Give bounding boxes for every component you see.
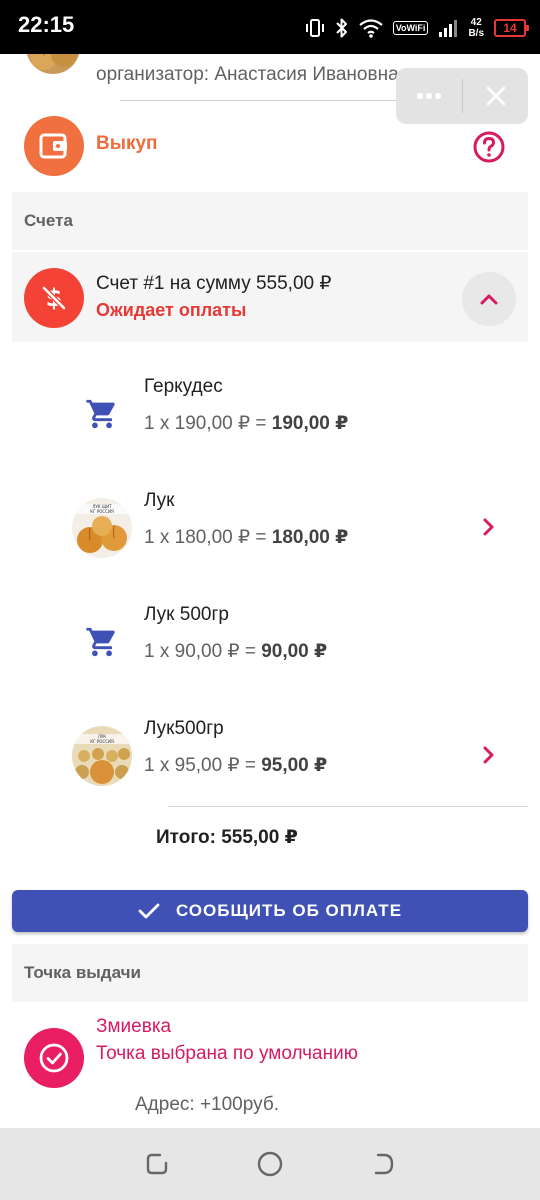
cart-icon [72,384,132,444]
total-divider [168,806,528,807]
invoice-status: Ожидает оплаты [96,300,247,320]
item-name: Лук [144,490,175,511]
help-circle-icon[interactable] [470,128,508,166]
item-price: 1 x 90,00 ₽ = 90,00 ₽ [144,641,328,662]
status-bar: 22:15 VoWiFi 42 B/s 14 [0,0,540,54]
pickup-point-name[interactable]: Змиевка [96,1016,171,1038]
accounts-section-header: Счета [12,192,528,250]
item-name: Геркудес [144,376,223,397]
report-payment-label: СООБЩИТЬ ОБ ОПЛАТЕ [175,901,403,920]
invoice-title: Счет #1 на сумму 555,00 ₽ [96,273,332,294]
pickup-address: Адрес: +100руб. [135,1094,279,1115]
recents-icon[interactable] [137,1144,177,1184]
invoice-header[interactable]: $ Счет #1 на сумму 555,00 ₽ Ожидает опла… [12,252,528,342]
item-total: 90,00 ₽ [261,641,328,662]
system-nav-bar [0,1128,540,1200]
more-dots-icon[interactable] [396,68,462,124]
money-off-icon: $ [24,268,84,328]
list-item: Геркудес 1 x 190,00 ₽ = 190,00 ₽ [12,350,528,464]
battery-icon: 14 [494,19,529,37]
list-item: Лук 500гр 1 x 90,00 ₽ = 90,00 ₽ [12,578,528,692]
home-circle-icon[interactable] [250,1144,290,1184]
pickup-default-label: Точка выбрана по умолчанию [96,1043,358,1064]
list-item[interactable]: ЛУК КГ РОССИЯ Лук500гр 1 x 95,00 ₽ = 95,… [12,692,528,806]
miniapp-capsule [396,68,528,124]
item-price: 1 x 180,00 ₽ = 180,00 ₽ [144,527,349,548]
vowifi-badge: VoWiFi [392,21,429,35]
item-total: 95,00 ₽ [261,755,328,776]
divider [120,100,416,101]
organizer-name: организатор: Анастасия Ивановна [96,64,399,85]
vibrate-icon [305,18,325,38]
item-total: 190,00 ₽ [271,413,349,434]
wifi-icon [358,18,383,38]
wallet-icon [24,116,84,176]
item-total: 180,00 ₽ [271,527,349,548]
check-circle-icon[interactable] [24,1028,84,1088]
cart-icon [72,612,132,672]
accounts-section-title: Счета [24,211,73,230]
back-icon[interactable] [363,1144,403,1184]
report-payment-button[interactable]: СООБЩИТЬ ОБ ОПЛАТЕ [12,890,528,932]
status-time: 22:15 [18,12,75,37]
onion-photo: ЛУК ЩИТ КГ РОССИЯ [72,498,132,558]
list-item[interactable]: ЛУК ЩИТ КГ РОССИЯ Лук 1 x 180,00 ₽ = 180… [12,464,528,578]
svg-text:КГ РОССИЯ: КГ РОССИЯ [90,739,114,744]
item-price: 1 x 190,00 ₽ = 190,00 ₽ [144,413,349,434]
chevron-right-icon[interactable] [474,740,504,770]
net-speed: 42 B/s [468,17,484,39]
onion-photo: ЛУК КГ РОССИЯ [72,726,132,786]
item-price: 1 x 95,00 ₽ = 95,00 ₽ [144,755,328,776]
close-icon[interactable] [463,68,528,124]
pickup-section-title: Точка выдачи [24,963,141,982]
item-name: Лук500гр [144,718,224,739]
vykup-label[interactable]: Выкуп [96,133,158,155]
item-name: Лук 500гр [144,604,229,625]
chevron-right-icon[interactable] [474,512,504,542]
status-icons: VoWiFi 42 B/s 14 [305,14,529,42]
check-icon [138,903,160,919]
invoice-total: Итого: 555,00 ₽ [156,827,298,848]
signal-icon [438,18,458,38]
bluetooth-icon [335,17,349,39]
svg-text:КГ РОССИЯ: КГ РОССИЯ [90,509,114,514]
chevron-up-icon[interactable] [462,272,516,326]
pickup-section-header: Точка выдачи [12,944,528,1002]
